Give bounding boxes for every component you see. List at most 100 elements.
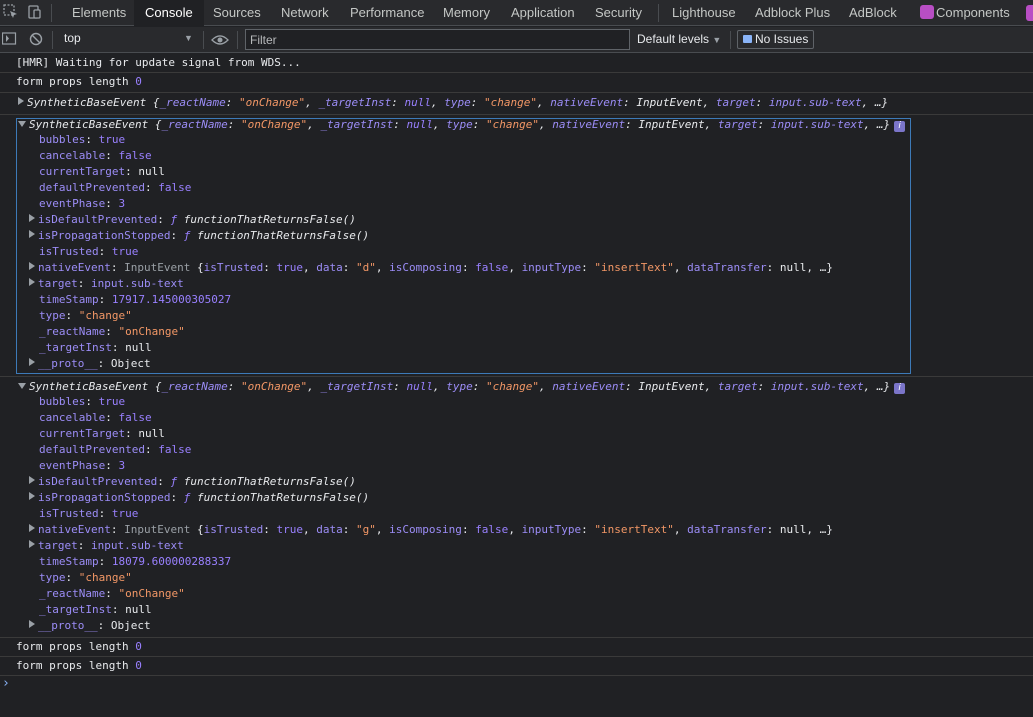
prop-value: "insertText" <box>594 523 674 536</box>
prop-key: nativeEvent <box>552 380 626 393</box>
log-number: 0 <box>135 659 142 672</box>
prop-value: true <box>98 395 126 408</box>
console-message: [HMR] Waiting for update signal from WDS… <box>0 54 1033 73</box>
prop-value: Object <box>110 619 151 632</box>
tab-elements[interactable]: Elements <box>61 0 137 26</box>
tab-adblock-plus[interactable]: Adblock Plus <box>744 0 841 26</box>
context-selector[interactable]: top <box>64 31 81 45</box>
prop-key: target <box>715 96 756 109</box>
selection-outline <box>16 118 911 374</box>
overflow-tab-icon[interactable] <box>1026 5 1033 21</box>
prop-key: type <box>446 380 473 393</box>
clear-console-icon[interactable] <box>29 32 43 51</box>
issues-button[interactable]: No Issues <box>737 30 815 49</box>
prop-row: timeStamp: 18079.600000288337 <box>39 555 232 568</box>
inspect-element-icon[interactable] <box>2 3 22 23</box>
tab-memory[interactable]: Memory <box>432 0 501 26</box>
tab-sources[interactable]: Sources <box>202 0 272 26</box>
expand-triangle-icon[interactable] <box>29 540 35 548</box>
expand-triangle-icon[interactable] <box>29 524 35 532</box>
prop-value: "g" <box>355 523 376 536</box>
prop-value: "change" <box>484 96 538 109</box>
tab-label: Lighthouse <box>672 5 736 20</box>
prop-value: null <box>779 523 807 536</box>
tab-label: Memory <box>443 5 490 20</box>
device-toolbar-icon[interactable] <box>26 3 46 23</box>
prop-value: null <box>404 96 432 109</box>
react-icon <box>920 5 934 19</box>
prop-value: InputEvent <box>636 96 703 109</box>
prop-value: functionThatReturnsFalse() <box>183 475 356 488</box>
prop-row: currentTarget: null <box>39 427 165 440</box>
prop-key: dataTransfer <box>687 523 767 536</box>
prop-value: "onChange" <box>240 380 308 393</box>
prop-row: eventPhase: 3 <box>39 459 126 472</box>
log-levels-label: Default levels <box>637 32 710 46</box>
tab-application[interactable]: Application <box>500 0 586 26</box>
console-prompt[interactable]: › <box>2 676 10 691</box>
tab-console[interactable]: Console <box>134 0 204 26</box>
prop-key: nativeEvent <box>550 96 624 109</box>
log-levels-dropdown[interactable]: Default levels ▼ <box>637 32 721 46</box>
tab-label: AdBlock <box>849 5 897 20</box>
prop-row: type: "change" <box>39 571 132 584</box>
prop-key: data <box>316 523 343 536</box>
info-icon[interactable]: i <box>894 383 906 394</box>
tab-network[interactable]: Network <box>270 0 340 26</box>
expand-triangle-icon[interactable] <box>18 97 24 105</box>
prop-key: type <box>444 96 471 109</box>
tab-performance[interactable]: Performance <box>339 0 435 26</box>
tab-label: Application <box>511 5 575 20</box>
class-name: SyntheticBaseEvent <box>29 380 149 393</box>
live-expression-eye-icon[interactable] <box>211 33 229 51</box>
prop-value: false <box>118 411 152 424</box>
tab-components[interactable]: Components <box>909 0 1021 26</box>
sidebar-toggle-icon[interactable] <box>1 32 17 51</box>
prop-row-expandable[interactable]: __proto__: Object <box>29 618 151 634</box>
log-label: form props length <box>16 75 129 88</box>
prompt-chevron-icon: › <box>2 676 10 691</box>
prop-value: "change" <box>78 571 132 584</box>
prop-row: bubbles: true <box>39 395 126 408</box>
tab-label: Network <box>281 5 329 20</box>
prop-value: functionThatReturnsFalse() <box>196 491 370 504</box>
tab-security[interactable]: Security <box>584 0 653 26</box>
prop-key: _reactName <box>161 380 228 393</box>
prop-value: 3 <box>118 459 126 472</box>
prop-key: isComposing <box>389 523 462 536</box>
prop-key: _reactName <box>159 96 226 109</box>
prop-value: InputEvent <box>638 380 705 393</box>
expand-triangle-icon[interactable] <box>29 620 35 628</box>
prop-row-expandable[interactable]: target: input.sub-text <box>29 538 184 554</box>
prop-type: InputEvent <box>124 523 191 536</box>
prop-value: "change" <box>486 380 540 393</box>
tab-label: Sources <box>213 5 261 20</box>
console-message: form props length 0 <box>0 73 1033 93</box>
ellipsis: …} <box>876 380 891 393</box>
prop-key: _targetInst <box>318 96 392 109</box>
prop-value: false <box>475 523 509 536</box>
context-dropdown-icon[interactable]: ▼ <box>184 33 193 43</box>
prop-value: null <box>138 427 165 440</box>
prop-row-expandable[interactable]: isPropagationStopped: ƒ functionThatRetu… <box>29 490 369 506</box>
prop-row-expandable[interactable]: isDefaultPrevented: ƒ functionThatReturn… <box>29 474 356 490</box>
tab-lighthouse[interactable]: Lighthouse <box>661 0 747 26</box>
log-label: form props length <box>16 640 129 653</box>
expand-triangle-icon[interactable] <box>29 492 35 500</box>
prop-key: isTrusted <box>203 523 264 536</box>
log-number: 0 <box>135 640 142 653</box>
prop-row-expandable[interactable]: nativeEvent: InputEvent {isTrusted: true… <box>29 522 833 538</box>
expanded-event-summary[interactable]: SyntheticBaseEvent {_reactName: "onChang… <box>18 379 906 395</box>
tab-adblock[interactable]: AdBlock <box>838 0 908 26</box>
collapse-triangle-icon[interactable] <box>18 383 26 389</box>
toolbar-separator <box>237 31 238 49</box>
tabbar-separator <box>51 4 52 22</box>
filter-input[interactable] <box>245 29 630 50</box>
log-number: 0 <box>135 75 142 88</box>
prop-value: input.sub-text <box>770 380 864 393</box>
expand-triangle-icon[interactable] <box>29 476 35 484</box>
log-text: [HMR] Waiting for update signal from WDS… <box>16 56 301 69</box>
prop-value: input.sub-text <box>91 539 184 552</box>
collapsed-event-summary[interactable]: SyntheticBaseEvent {_reactName: "onChang… <box>18 95 888 111</box>
class-name: SyntheticBaseEvent <box>27 96 147 109</box>
